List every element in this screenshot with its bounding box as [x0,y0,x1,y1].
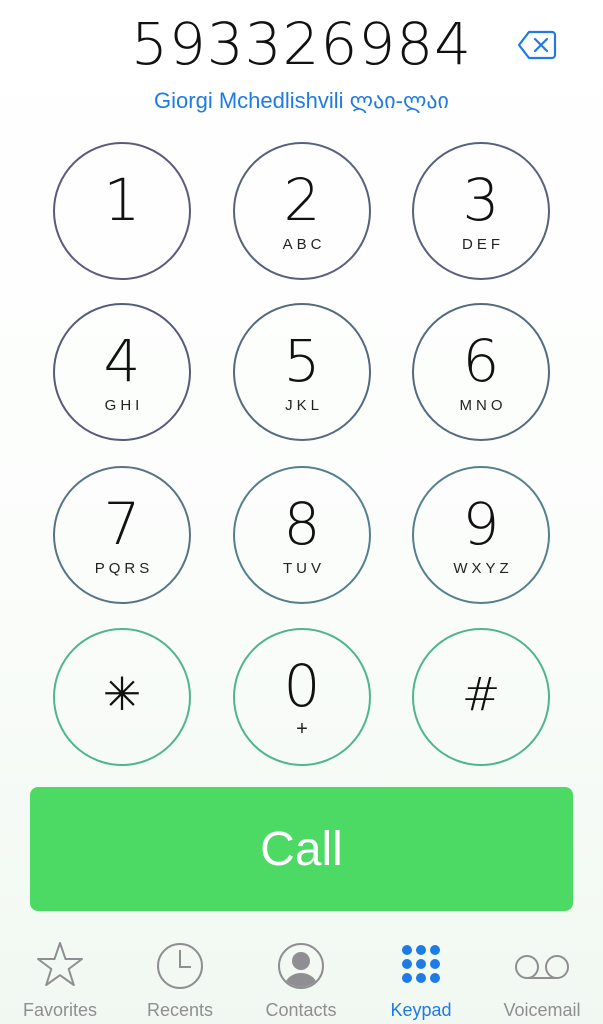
key-digit: 3 [462,166,500,234]
tab-bar: Favorites Recents Contacts Keypad Voicem… [0,932,603,1024]
key-7[interactable]: 7 PQRS [53,466,191,604]
clock-icon [157,943,203,989]
key-0[interactable]: 0 + [233,628,371,766]
key-6[interactable]: 6 MNO [412,303,550,441]
key-letters: DEF [462,236,504,253]
tab-label: Favorites [22,1000,98,1020]
call-button[interactable]: Call [30,787,573,911]
key-9[interactable]: 9 WXYZ [412,466,550,604]
key-digit: 4 [103,327,141,395]
key-digit: 7 [103,490,141,558]
key-hash[interactable]: # [412,628,550,766]
key-letters: PQRS [94,560,154,577]
tab-label: Recents [146,1000,214,1020]
key-letters: WXYZ [453,560,513,577]
backspace-icon [517,30,557,60]
key-5[interactable]: 5 JKL [233,303,371,441]
key-symbol: # [461,667,501,721]
key-star[interactable]: ✳ [53,628,191,766]
keypad-icon [402,945,440,983]
key-8[interactable]: 8 TUV [233,466,371,604]
tab-contacts[interactable]: Contacts [241,932,361,1024]
person-icon [278,943,324,989]
key-4[interactable]: 4 GHI [53,303,191,441]
tab-recents[interactable]: Recents [120,932,240,1024]
call-button-label: Call [260,822,343,876]
key-digit: 2 [283,166,321,234]
star-icon [37,942,83,986]
key-letters: JKL [285,397,323,414]
key-letters: MNO [459,397,507,414]
tab-label: Voicemail [503,1000,581,1020]
tab-label: Contacts [265,1000,337,1020]
key-letters: TUV [283,560,325,577]
tab-favorites[interactable]: Favorites [0,932,120,1024]
voicemail-icon [515,955,569,979]
key-digit: 1 [103,166,141,234]
key-digit: 6 [462,327,500,395]
key-letters: GHI [104,397,144,414]
key-letters: + [296,718,308,740]
matched-contact-name[interactable]: Giorgi Mchedlishvili ლაი-ლაი [0,88,603,114]
key-letters: ABC [282,236,326,253]
tab-voicemail[interactable]: Voicemail [482,932,602,1024]
key-digit: 5 [283,327,321,395]
key-3[interactable]: 3 DEF [412,142,550,280]
phone-number-display: 593326984 [130,10,473,78]
key-digit: 8 [283,490,321,558]
key-digit: 0 [283,652,321,720]
delete-button[interactable] [516,28,558,62]
key-2[interactable]: 2 ABC [233,142,371,280]
tab-keypad[interactable]: Keypad [361,932,481,1024]
key-digit: 9 [462,490,500,558]
key-1[interactable]: 1 [53,142,191,280]
tab-label: Keypad [390,1000,452,1020]
key-symbol: ✳ [102,667,142,721]
